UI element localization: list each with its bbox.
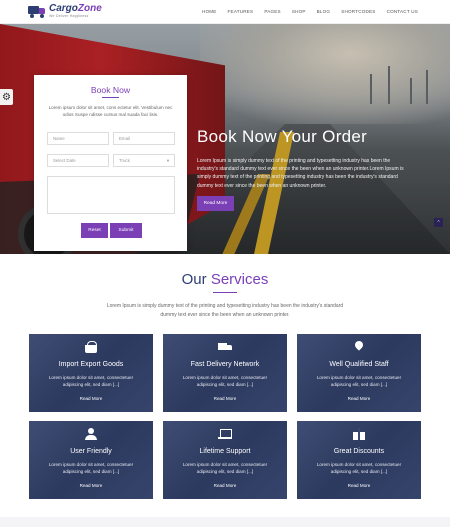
submit-button[interactable]: Submit (110, 223, 142, 238)
services-title: Our Services (181, 271, 269, 288)
service-card-fast-delivery[interactable]: Fast Delivery Network Lorem ipsum dolor … (163, 334, 287, 412)
title-underline (102, 97, 119, 98)
gift-icon (352, 428, 366, 440)
email-field[interactable]: Email (113, 132, 175, 145)
user-icon (84, 428, 98, 440)
vehicle-type-value: Truck (119, 158, 130, 163)
service-text: Lorem ipsum dolor sit amet, consectetuer… (182, 462, 268, 475)
read-more-link[interactable]: Read More (163, 483, 287, 488)
service-title: Great Discounts (333, 448, 385, 455)
main-nav: HOME FEATURES PAGES SHOP BLOG SHORTCODES… (202, 9, 418, 14)
truck-logo-icon (28, 5, 46, 19)
brand-name: CargoZone (49, 3, 102, 14)
vehicle-type-select[interactable]: Truck ▼ (113, 154, 175, 167)
hero-read-more-button[interactable]: Read More (197, 196, 234, 211)
service-title: Lifetime Support (199, 448, 251, 455)
hero-text: Lorem Ipsum is simply dummy text of the … (197, 158, 404, 189)
service-card-lifetime-support[interactable]: Lifetime Support Lorem ipsum dolor sit a… (163, 421, 287, 499)
nav-contact-us[interactable]: CONTACT US (387, 9, 418, 14)
service-text: Lorem ipsum dolor sit amet, consectetuer… (316, 375, 402, 388)
footer-band (0, 517, 450, 527)
services-description: Lorem Ipsum is simply dummy text of the … (106, 303, 344, 318)
brand-tagline: We Deliver Happiness (49, 14, 89, 18)
nav-pages[interactable]: PAGES (264, 9, 281, 14)
hero-section: ⚙ Book Now Lorem ipsum dolor sit amet, c… (0, 24, 450, 254)
nav-features[interactable]: FEATURES (228, 9, 254, 14)
hero-title: Book Now Your Order (197, 127, 368, 146)
truck-icon (218, 341, 232, 353)
booking-form: Book Now Lorem ipsum dolor sit amet, con… (34, 75, 187, 251)
chevron-down-icon: ▼ (166, 158, 170, 163)
booking-description: Lorem ipsum dolor sit amet, cons ectetur… (48, 105, 173, 117)
logo[interactable]: CargoZone We Deliver Happiness (28, 4, 102, 19)
nav-shortcodes[interactable]: SHORTCODES (341, 9, 375, 14)
service-title: Import Export Goods (58, 361, 124, 368)
service-card-user-friendly[interactable]: User Friendly Lorem ipsum dolor sit amet… (29, 421, 153, 499)
reset-button[interactable]: Reset (81, 223, 108, 238)
site-header: CargoZone We Deliver Happiness HOME FEAT… (0, 0, 450, 24)
basket-icon (84, 341, 98, 353)
service-text: Lorem ipsum dolor sit amet, consectetuer… (182, 375, 268, 388)
services-underline (213, 292, 237, 293)
nav-shop[interactable]: SHOP (292, 9, 306, 14)
service-card-import-export[interactable]: Import Export Goods Lorem ipsum dolor si… (29, 334, 153, 412)
read-more-link[interactable]: Read More (297, 396, 421, 401)
nav-home[interactable]: HOME (202, 9, 217, 14)
booking-title: Book Now (90, 85, 131, 95)
service-text: Lorem ipsum dolor sit amet, consectetuer… (48, 462, 134, 475)
service-text: Lorem ipsum dolor sit amet, consectetuer… (48, 375, 134, 388)
message-textarea[interactable] (47, 176, 175, 214)
nav-blog[interactable]: BLOG (317, 9, 331, 14)
settings-gear-icon[interactable]: ⚙ (0, 89, 13, 105)
map-pin-icon (352, 341, 366, 353)
name-field[interactable]: Name (47, 132, 109, 145)
service-title: Fast Delivery Network (190, 361, 260, 368)
date-field[interactable]: Select Date (47, 154, 109, 167)
read-more-link[interactable]: Read More (163, 396, 287, 401)
read-more-link[interactable]: Read More (29, 483, 153, 488)
service-title: User Friendly (70, 448, 112, 455)
service-card-great-discounts[interactable]: Great Discounts Lorem ipsum dolor sit am… (297, 421, 421, 499)
laptop-icon (218, 428, 232, 440)
service-text: Lorem ipsum dolor sit amet, consectetuer… (316, 462, 402, 475)
service-title: Well Qualified Staff (329, 361, 389, 368)
read-more-link[interactable]: Read More (297, 483, 421, 488)
service-card-qualified-staff[interactable]: Well Qualified Staff Lorem ipsum dolor s… (297, 334, 421, 412)
slider-arrow-icon[interactable]: ^ (434, 218, 443, 227)
read-more-link[interactable]: Read More (29, 396, 153, 401)
